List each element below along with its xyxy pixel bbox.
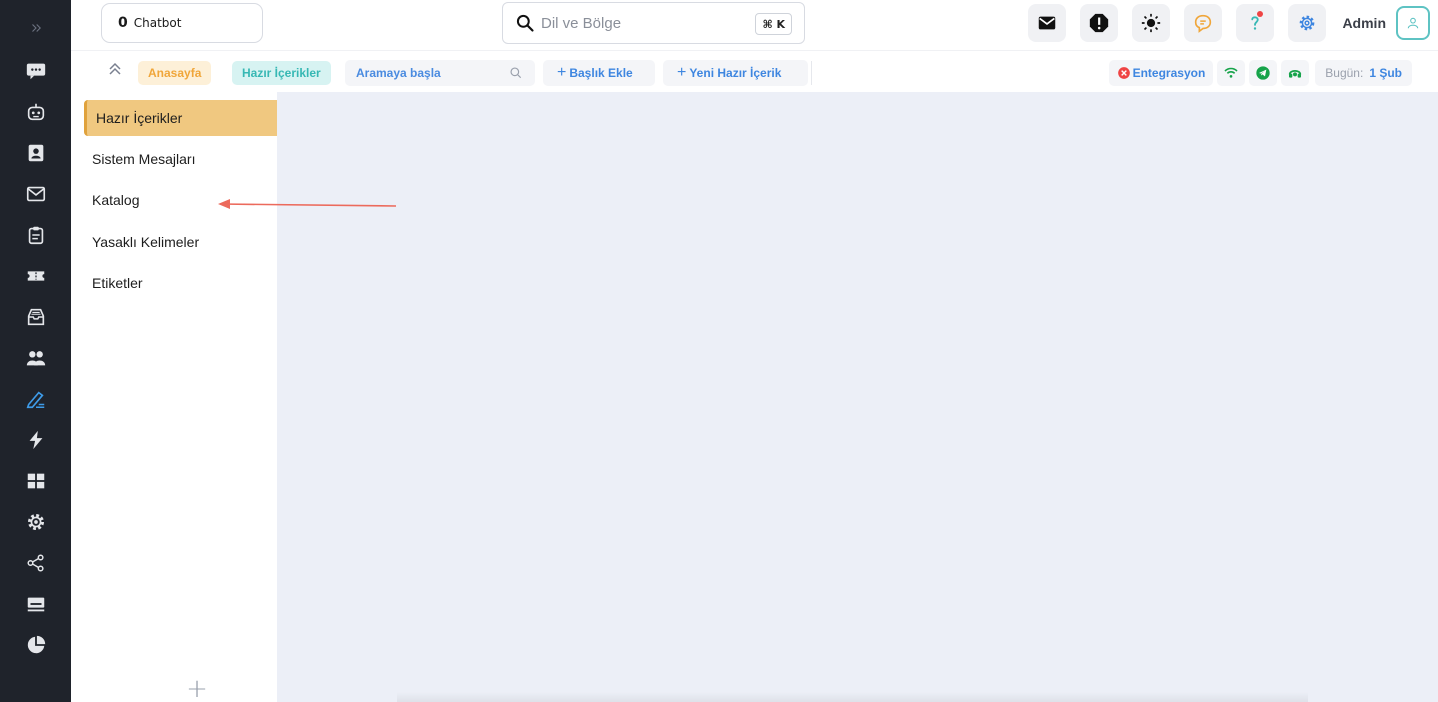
clipboard-icon[interactable] xyxy=(16,214,56,255)
menu-item-banned-words[interactable]: Yasaklı Kelimeler xyxy=(84,224,277,260)
collapse-chevron-icon[interactable] xyxy=(105,59,125,79)
add-menu-item-button[interactable]: + xyxy=(186,676,208,702)
messages-button[interactable] xyxy=(1028,4,1067,42)
settings-icon[interactable] xyxy=(16,501,56,542)
menu-item-label: Etiketler xyxy=(92,275,143,291)
expand-rail-icon[interactable] xyxy=(26,18,46,38)
avatar[interactable] xyxy=(1396,6,1430,40)
inbox-icon[interactable] xyxy=(16,296,56,337)
feedback-button[interactable] xyxy=(1184,4,1223,42)
envelope-icon xyxy=(1039,16,1056,30)
search-shortcut: ⌘ K xyxy=(755,13,792,35)
menu-item-label: Sistem Mesajları xyxy=(92,151,196,167)
status-area: Entegrasyon Bugün: 1 Şub xyxy=(1108,60,1412,86)
edit-icon[interactable] xyxy=(16,378,56,419)
top-bar: 0 Chatbot ⌘ K Admin xyxy=(71,0,1438,50)
integration-status[interactable]: Entegrasyon xyxy=(1108,60,1214,86)
agent-status[interactable] xyxy=(1281,60,1310,86)
chatbot-label: Chatbot xyxy=(133,16,182,30)
bot-icon[interactable] xyxy=(16,91,56,132)
main-content-area xyxy=(277,92,1438,702)
chat-icon[interactable] xyxy=(16,50,56,91)
bottom-shadow xyxy=(397,692,1308,702)
chatbot-count: 0 xyxy=(118,15,128,31)
add-content-label: Yeni Hazır İçerik xyxy=(689,66,782,80)
breadcrumb-home[interactable]: Anasayfa xyxy=(138,61,212,85)
search-icon xyxy=(516,14,534,32)
content-side-menu: Hazır İçerikler Sistem Mesajları Katalog… xyxy=(71,92,277,702)
telegram-icon xyxy=(1256,66,1270,80)
search-icon xyxy=(510,67,522,79)
toolbar-search[interactable] xyxy=(345,60,535,86)
bulb-icon xyxy=(1142,13,1161,33)
alert-icon xyxy=(1090,13,1109,33)
toolbar-divider xyxy=(811,61,812,85)
user-icon xyxy=(1407,17,1419,29)
add-content-button[interactable]: + Yeni Hazır İçerik xyxy=(663,60,808,86)
add-title-button[interactable]: + Başlık Ekle xyxy=(543,60,655,86)
left-navigation-rail xyxy=(0,0,71,702)
settings-button[interactable] xyxy=(1288,4,1327,42)
wifi-status[interactable] xyxy=(1217,60,1246,86)
flash-icon[interactable] xyxy=(16,419,56,460)
pie-chart-icon[interactable] xyxy=(16,624,56,665)
users-icon[interactable] xyxy=(16,337,56,378)
menu-item-label: Hazır İçerikler xyxy=(96,110,183,126)
mail-icon[interactable] xyxy=(16,173,56,214)
content-toolbar: Anasayfa Hazır İçerikler + Başlık Ekle +… xyxy=(71,50,1438,92)
menu-item-label: Katalog xyxy=(92,192,140,208)
menu-item-system-messages[interactable]: Sistem Mesajları xyxy=(84,141,277,177)
today-value: 1 Şub xyxy=(1369,66,1402,80)
plus-icon: + xyxy=(677,64,687,81)
today-label: Bugün: xyxy=(1325,66,1364,80)
alerts-button[interactable] xyxy=(1080,4,1119,42)
grid-icon[interactable] xyxy=(16,460,56,501)
wifi-icon xyxy=(1224,67,1238,78)
global-search[interactable]: ⌘ K xyxy=(502,2,805,44)
help-button[interactable] xyxy=(1236,4,1275,42)
keyboard-icon[interactable] xyxy=(16,583,56,624)
help-question-icon xyxy=(1251,16,1260,30)
breadcrumb-current[interactable]: Hazır İçerikler xyxy=(232,61,331,85)
feedback-chat-icon xyxy=(1195,14,1212,33)
annotation-arrow xyxy=(218,199,397,209)
menu-item-ready-content[interactable]: Hazır İçerikler xyxy=(84,100,277,136)
toolbar-search-input[interactable] xyxy=(356,66,506,80)
top-actions: Admin xyxy=(1014,4,1430,42)
contacts-icon[interactable] xyxy=(16,132,56,173)
error-circle-icon xyxy=(1117,67,1130,79)
gear-icon xyxy=(1300,15,1315,31)
menu-item-tags[interactable]: Etiketler xyxy=(84,265,277,301)
add-title-label: Başlık Ekle xyxy=(569,66,633,80)
headset-icon xyxy=(1289,69,1302,78)
chatbot-counter[interactable]: 0 Chatbot xyxy=(101,3,263,43)
user-name[interactable]: Admin xyxy=(1342,15,1386,31)
plus-icon: + xyxy=(557,64,567,81)
today-date: Bugün: 1 Şub xyxy=(1315,60,1412,86)
ticket-icon[interactable] xyxy=(16,255,56,296)
global-search-input[interactable] xyxy=(541,14,741,32)
integration-label: Entegrasyon xyxy=(1132,66,1206,80)
share-icon[interactable] xyxy=(16,542,56,583)
telegram-status[interactable] xyxy=(1249,60,1278,86)
theme-toggle-button[interactable] xyxy=(1132,4,1171,42)
menu-item-label: Yasaklı Kelimeler xyxy=(92,234,200,250)
